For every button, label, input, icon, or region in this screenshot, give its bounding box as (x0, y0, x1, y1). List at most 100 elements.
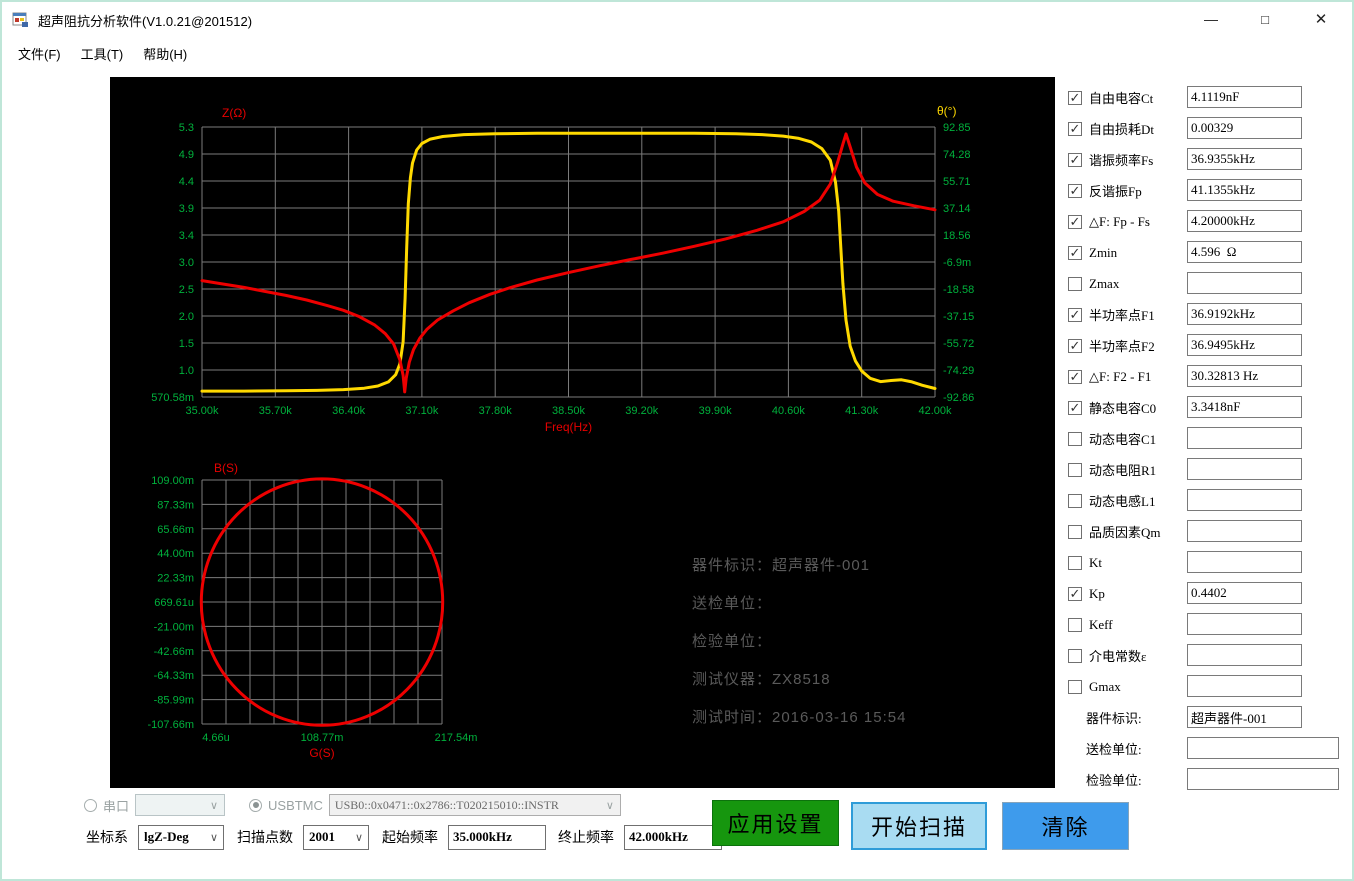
parameter-value-input[interactable] (1187, 427, 1302, 449)
parameter-label: 自由损耗Dt (1089, 122, 1155, 137)
parameter-checkbox[interactable]: ✓ (1068, 586, 1082, 601)
parameter-value-input[interactable] (1187, 334, 1302, 356)
title-bar: 超声阻抗分析软件(V1.0.21@201512) — □ ✕ (2, 2, 1352, 38)
parameter-value-input[interactable] (1187, 582, 1302, 604)
parameter-checkbox[interactable]: ✓ (1068, 214, 1082, 229)
serial-port-combo[interactable]: ∨ (135, 794, 226, 816)
parameter-label: 动态电容C1 (1089, 432, 1157, 447)
charts-svg: 5.3 4.9 4.4 3.9 3.4 3.0 2.5 2.0 1.5 1.0 570.58m 92.… (148, 104, 975, 760)
parameter-checkbox[interactable]: ✓ (1068, 245, 1082, 260)
parameter-checkbox[interactable]: ✓ (1068, 90, 1082, 105)
stop-freq-label: 终止频率 (558, 829, 614, 845)
parameter-label: Gmax (1089, 678, 1121, 694)
parameter-value-input[interactable] (1187, 644, 1302, 666)
svg-text:35.00k: 35.00k (185, 405, 219, 417)
parameter-row: Gmax (1068, 671, 1352, 702)
usbtmc-address-value: USB0::0x0471::0x2786::T020215010::INSTR (334, 797, 559, 812)
svg-text:1.5: 1.5 (179, 338, 194, 350)
identity-value-input[interactable] (1187, 737, 1339, 759)
serial-radio[interactable] (84, 798, 97, 812)
apply-settings-button[interactable]: 应用设置 (712, 800, 839, 846)
parameter-value-input[interactable] (1187, 551, 1302, 573)
parameter-row: 动态电容C1 (1068, 423, 1352, 454)
device-info-line: 检验单位： (692, 633, 773, 650)
parameter-checkbox[interactable]: ✓ (1068, 121, 1082, 136)
close-button[interactable]: ✕ (1306, 2, 1336, 36)
device-info-line: 测试仪器：ZX8518 (692, 671, 831, 688)
parameter-checkbox[interactable]: ✓ (1068, 183, 1082, 198)
parameter-checkbox[interactable] (1068, 462, 1082, 477)
parameter-value-input[interactable] (1187, 613, 1302, 635)
parameter-value-input[interactable] (1187, 179, 1302, 201)
parameter-value-input[interactable] (1187, 303, 1302, 325)
parameter-checkbox[interactable] (1068, 679, 1082, 694)
parameter-label: 品质因素Qm (1089, 525, 1161, 540)
svg-text:18.56: 18.56 (943, 230, 971, 242)
parameter-value-input[interactable] (1187, 241, 1302, 263)
parameter-checkbox[interactable]: ✓ (1068, 338, 1082, 353)
menu-help[interactable]: 帮助(H) (133, 40, 197, 67)
svg-text:42.00k: 42.00k (918, 405, 952, 417)
parameter-label: 半功率点F1 (1089, 308, 1155, 323)
parameter-checkbox[interactable] (1068, 431, 1082, 446)
parameter-value-input[interactable] (1187, 365, 1302, 387)
device-info-line: 测试时间：2016-03-16 15:54 (692, 709, 907, 726)
stop-freq-input[interactable] (624, 824, 722, 850)
sweep-points-combo[interactable]: 2001 ∨ (303, 824, 369, 850)
svg-text:-64.33m: -64.33m (154, 670, 194, 682)
svg-text:3.0: 3.0 (179, 257, 194, 269)
parameter-value-input[interactable] (1187, 458, 1302, 480)
clear-button[interactable]: 清除 (1002, 802, 1129, 850)
parameter-value-input[interactable] (1187, 396, 1302, 418)
parameter-row: 品质因素Qm (1068, 516, 1352, 547)
usbtmc-address-combo[interactable]: USB0::0x0471::0x2786::T020215010::INSTR … (328, 794, 621, 816)
start-freq-input[interactable] (448, 824, 546, 850)
parameter-value-input[interactable] (1187, 86, 1302, 108)
identity-value-input[interactable] (1187, 768, 1339, 790)
svg-text:40.60k: 40.60k (772, 405, 806, 417)
coord-system-combo[interactable]: lgZ-Deg ∨ (138, 824, 224, 850)
start-scan-button[interactable]: 开始扫描 (851, 802, 987, 850)
svg-text:-107.66m: -107.66m (148, 719, 194, 731)
parameter-checkbox[interactable] (1068, 648, 1082, 663)
svg-text:669.61u: 669.61u (154, 597, 194, 609)
parameter-checkbox[interactable] (1068, 617, 1082, 632)
svg-text:-55.72: -55.72 (943, 338, 974, 350)
parameter-checkbox[interactable] (1068, 524, 1082, 539)
parameter-value-input[interactable] (1187, 148, 1302, 170)
menu-tools[interactable]: 工具(T) (71, 40, 134, 67)
svg-text:B(S): B(S) (214, 461, 238, 475)
parameter-checkbox[interactable]: ✓ (1068, 307, 1082, 322)
parameter-checkbox[interactable] (1068, 493, 1082, 508)
parameter-label: 介电常数ε (1089, 649, 1147, 664)
parameter-value-input[interactable] (1187, 210, 1302, 232)
parameter-value-input[interactable] (1187, 675, 1302, 697)
maximize-button[interactable]: □ (1250, 2, 1280, 36)
svg-text:3.9: 3.9 (179, 203, 194, 215)
parameter-checkbox[interactable] (1068, 555, 1082, 570)
svg-text:570.58m: 570.58m (151, 392, 194, 404)
parameter-checkbox[interactable]: ✓ (1068, 152, 1082, 167)
minimize-button[interactable]: — (1196, 2, 1226, 36)
parameter-checkbox[interactable] (1068, 276, 1082, 291)
svg-text:3.4: 3.4 (179, 230, 194, 242)
parameter-value-input[interactable] (1187, 520, 1302, 542)
parameter-value-input[interactable] (1187, 117, 1302, 139)
parameter-value-input[interactable] (1187, 272, 1302, 294)
parameter-checkbox[interactable]: ✓ (1068, 369, 1082, 384)
usbtmc-radio[interactable] (249, 798, 263, 812)
parameter-label: △F: Fp - Fs (1089, 213, 1150, 229)
identity-value-input[interactable] (1187, 706, 1302, 728)
parameter-checkbox[interactable]: ✓ (1068, 400, 1082, 415)
parameter-label: 静态电容C0 (1089, 401, 1157, 416)
chevron-down-icon: ∨ (209, 799, 219, 812)
impedance-phase-chart: 5.3 4.9 4.4 3.9 3.4 3.0 2.5 2.0 1.5 1.0 570.58m 92.… (151, 104, 974, 434)
identity-row: 器件标识: (1068, 702, 1352, 733)
parameter-value-input[interactable] (1187, 489, 1302, 511)
identity-row: 检验单位: (1068, 764, 1352, 795)
parameter-row: 动态电阻R1 (1068, 454, 1352, 485)
coord-system-label: 坐标系 (86, 829, 128, 845)
svg-text:2.5: 2.5 (179, 284, 194, 296)
menu-file[interactable]: 文件(F) (8, 40, 71, 67)
usbtmc-radio-label: USBTMC (268, 797, 323, 813)
